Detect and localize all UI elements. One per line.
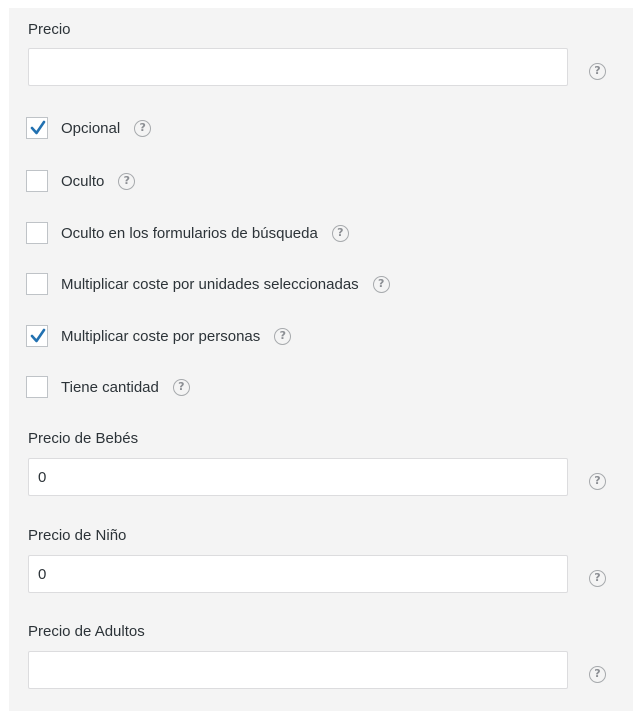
question-circle-icon[interactable]: ? — [274, 327, 292, 345]
checkbox-row-multiplicar-unidades[interactable]: Multiplicar coste por unidades seleccion… — [26, 272, 390, 296]
multiplicar-unidades-checkbox[interactable] — [26, 273, 48, 295]
question-circle-icon[interactable]: ? — [172, 378, 190, 396]
precio-bebes-label: Precio de Bebés — [28, 430, 139, 447]
checkbox-label: Multiplicar coste por unidades seleccion… — [61, 275, 359, 293]
checkbox-label: Tiene cantidad — [61, 378, 159, 396]
question-circle-icon[interactable]: ? — [134, 119, 152, 137]
question-circle-icon[interactable]: ? — [589, 666, 606, 683]
checkbox-row-oculto-busqueda[interactable]: Oculto en los formularios de búsqueda ? — [26, 221, 349, 245]
question-circle-icon[interactable]: ? — [372, 275, 390, 293]
checkbox-label: Oculto en los formularios de búsqueda — [61, 224, 318, 242]
opcional-checkbox[interactable] — [26, 117, 48, 139]
oculto-busqueda-checkbox[interactable] — [26, 222, 48, 244]
question-circle-icon[interactable]: ? — [589, 570, 606, 587]
question-circle-icon[interactable]: ? — [118, 172, 136, 190]
checkbox-row-multiplicar-personas[interactable]: Multiplicar coste por personas ? — [26, 324, 292, 348]
precio-bebes-input[interactable] — [28, 458, 568, 496]
precio-adultos-input[interactable] — [28, 651, 568, 689]
question-circle-icon[interactable]: ? — [589, 63, 606, 80]
precio-input[interactable] — [28, 48, 568, 86]
checkbox-row-oculto[interactable]: Oculto ? — [26, 169, 136, 193]
question-circle-icon[interactable]: ? — [331, 224, 349, 242]
question-circle-icon[interactable]: ? — [589, 473, 606, 490]
checkbox-label: Opcional — [61, 119, 121, 137]
precio-adultos-label: Precio de Adultos — [28, 623, 145, 640]
multiplicar-personas-checkbox[interactable] — [26, 325, 48, 347]
checkbox-row-opcional[interactable]: Opcional ? — [26, 116, 152, 140]
precio-label: Precio — [28, 21, 71, 38]
check-mark-icon — [30, 328, 46, 343]
precio-nino-input[interactable] — [28, 555, 568, 593]
extra-options-panel — [9, 8, 633, 711]
tiene-cantidad-checkbox[interactable] — [26, 376, 48, 398]
checkbox-label: Multiplicar coste por personas — [61, 327, 261, 345]
oculto-checkbox[interactable] — [26, 170, 48, 192]
precio-nino-label: Precio de Niño — [28, 527, 127, 544]
checkbox-label: Oculto — [61, 172, 105, 190]
checkbox-row-tiene-cantidad[interactable]: Tiene cantidad ? — [26, 375, 190, 399]
check-mark-icon — [30, 120, 46, 135]
